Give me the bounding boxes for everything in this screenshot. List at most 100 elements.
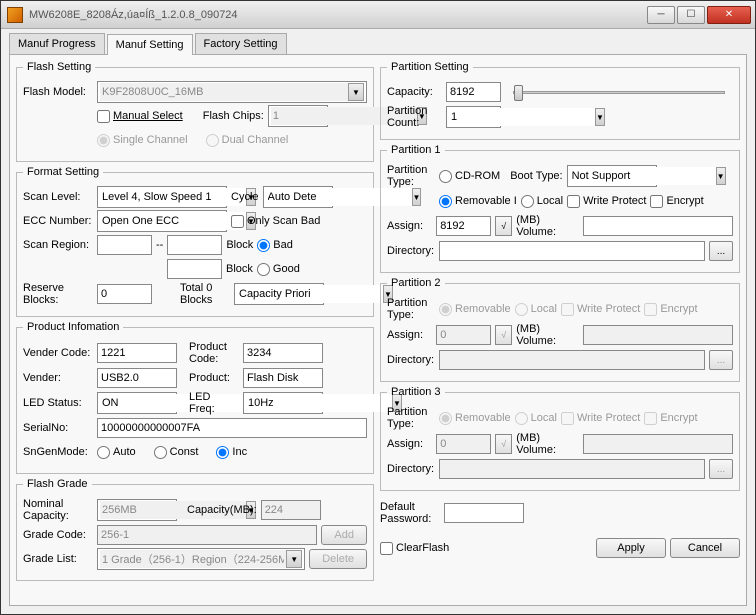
p1-directory-label: Directory: — [387, 245, 435, 257]
close-button[interactable]: ✕ — [707, 6, 751, 24]
p1-encrypt-checkbox[interactable] — [650, 195, 663, 208]
default-password-label: Default Password: — [380, 501, 440, 525]
scan-region-to2[interactable] — [167, 259, 222, 279]
single-channel-label: Single Channel — [113, 134, 188, 146]
clear-flash-label: ClearFlash — [396, 542, 449, 554]
chevron-down-icon[interactable]: ▼ — [348, 83, 364, 101]
p1-write-protect-checkbox[interactable] — [567, 195, 580, 208]
p2-directory-input — [439, 350, 705, 370]
p1-directory-input[interactable] — [439, 241, 705, 261]
tab-strip: Manuf Progress Manuf Setting Factory Set… — [9, 33, 747, 55]
flash-setting-legend: Flash Setting — [23, 61, 95, 73]
product-input[interactable] — [243, 368, 323, 388]
clear-flash-checkbox[interactable] — [380, 542, 393, 555]
product-code-input[interactable] — [243, 343, 323, 363]
scan-level-select[interactable]: ▼ — [97, 186, 227, 208]
p1-assign-input[interactable] — [436, 216, 491, 236]
p1-boot-type-select[interactable]: ▼ — [567, 165, 657, 187]
app-icon — [7, 7, 23, 23]
p1-boot-type-label: Boot Type: — [510, 170, 562, 182]
vender-code-label: Vender Code: — [23, 347, 93, 359]
tab-factory-setting[interactable]: Factory Setting — [195, 33, 287, 54]
sn-mode-label: SnGenMode: — [23, 446, 93, 458]
p2-mb-volume-label: (MB) Volume: — [516, 323, 579, 347]
product-code-label: Product Code: — [189, 341, 239, 365]
cycle-select[interactable]: ▼ — [263, 186, 333, 208]
chevron-down-icon[interactable]: ▼ — [716, 167, 726, 185]
p2-removable-radio — [439, 303, 452, 316]
reserve-blocks-input[interactable] — [97, 284, 152, 304]
maximize-button[interactable]: ☐ — [677, 6, 705, 24]
p2-type-label: Partition Type: — [387, 297, 435, 321]
only-scan-bad-checkbox[interactable] — [231, 215, 244, 228]
nominal-select[interactable]: ▼ — [97, 499, 177, 521]
p1-browse-button[interactable]: ... — [709, 241, 733, 261]
format-setting-legend: Format Setting — [23, 166, 103, 178]
p2-directory-label: Directory: — [387, 354, 435, 366]
cancel-button[interactable]: Cancel — [670, 538, 740, 558]
capacity-input[interactable] — [446, 82, 501, 102]
p3-local-radio — [515, 412, 528, 425]
only-scan-bad-label: Only Scan Bad — [247, 215, 320, 227]
led-freq-select[interactable]: ▼ — [243, 392, 323, 414]
led-freq-label: LED Freq: — [189, 391, 239, 415]
apply-button[interactable]: Apply — [596, 538, 666, 558]
partition2-legend: Partition 2 — [387, 277, 445, 289]
grade-code-label: Grade Code: — [23, 529, 93, 541]
led-status-select[interactable]: ▼ — [97, 392, 177, 414]
product-info-legend: Product Infomation — [23, 321, 123, 333]
good-radio[interactable] — [257, 263, 270, 276]
p1-assign-label: Assign: — [387, 220, 432, 232]
p1-check-button[interactable]: √ — [495, 216, 512, 236]
p1-mb-volume-label: (MB) Volume: — [516, 214, 579, 238]
bad-radio[interactable] — [257, 239, 270, 252]
default-password-input[interactable] — [444, 503, 524, 523]
capacity-mb-label: Capacity(MB): — [187, 504, 257, 516]
p2-assign-input — [436, 325, 491, 345]
p1-cdrom-radio[interactable] — [439, 170, 452, 183]
slider-thumb[interactable] — [514, 85, 523, 101]
product-info-group: Product Infomation Vender Code: Product … — [16, 321, 374, 474]
sn-const-radio[interactable] — [154, 446, 167, 459]
vender-input[interactable] — [97, 368, 177, 388]
p2-write-protect-checkbox — [561, 303, 574, 316]
capacity-priority-select[interactable]: ▼ — [234, 283, 324, 305]
sn-auto-radio[interactable] — [97, 446, 110, 459]
scan-region-to[interactable] — [167, 235, 222, 255]
p1-local-radio[interactable] — [521, 195, 534, 208]
p2-check-button: √ — [495, 325, 512, 345]
minimize-button[interactable]: ─ — [647, 6, 675, 24]
chevron-down-icon[interactable]: ▼ — [286, 550, 302, 568]
tab-manuf-setting[interactable]: Manuf Setting — [107, 34, 193, 55]
ecc-label: ECC Number: — [23, 215, 93, 227]
p3-browse-button: ... — [709, 459, 733, 479]
p3-type-label: Partition Type: — [387, 406, 435, 430]
bad-label: Bad — [273, 239, 293, 251]
scan-region-from[interactable] — [97, 235, 152, 255]
vender-code-input[interactable] — [97, 343, 177, 363]
p1-removable-radio[interactable] — [439, 195, 452, 208]
manual-select-checkbox[interactable] — [97, 110, 110, 123]
flash-model-value — [100, 83, 348, 101]
partition-count-select[interactable]: ▼ — [446, 106, 501, 128]
format-setting-group: Format Setting Scan Level: ▼ Cycle ▼ — [16, 166, 374, 317]
ecc-select[interactable]: ▼ — [97, 210, 227, 232]
serial-input[interactable] — [97, 418, 367, 438]
led-status-label: LED Status: — [23, 397, 93, 409]
reserve-blocks-label: Reserve Blocks: — [23, 282, 93, 306]
grade-list-select[interactable]: ▼ — [97, 548, 305, 570]
p2-local-radio — [515, 303, 528, 316]
chevron-down-icon[interactable]: ▼ — [595, 108, 605, 126]
flash-chips-select[interactable]: ▼ — [268, 105, 328, 127]
tab-manuf-progress[interactable]: Manuf Progress — [9, 33, 105, 54]
partition3-group: Partition 3 Partition Type: Removable Lo… — [380, 386, 740, 491]
single-channel-radio — [97, 134, 110, 147]
p3-write-protect-checkbox — [561, 412, 574, 425]
dual-channel-radio — [206, 134, 219, 147]
sn-inc-radio[interactable] — [216, 446, 229, 459]
p3-encrypt-checkbox — [644, 412, 657, 425]
capacity-slider[interactable] — [513, 91, 725, 94]
p1-volume-input[interactable] — [583, 216, 733, 236]
flash-model-select[interactable]: ▼ — [97, 81, 367, 103]
scan-level-label: Scan Level: — [23, 191, 93, 203]
